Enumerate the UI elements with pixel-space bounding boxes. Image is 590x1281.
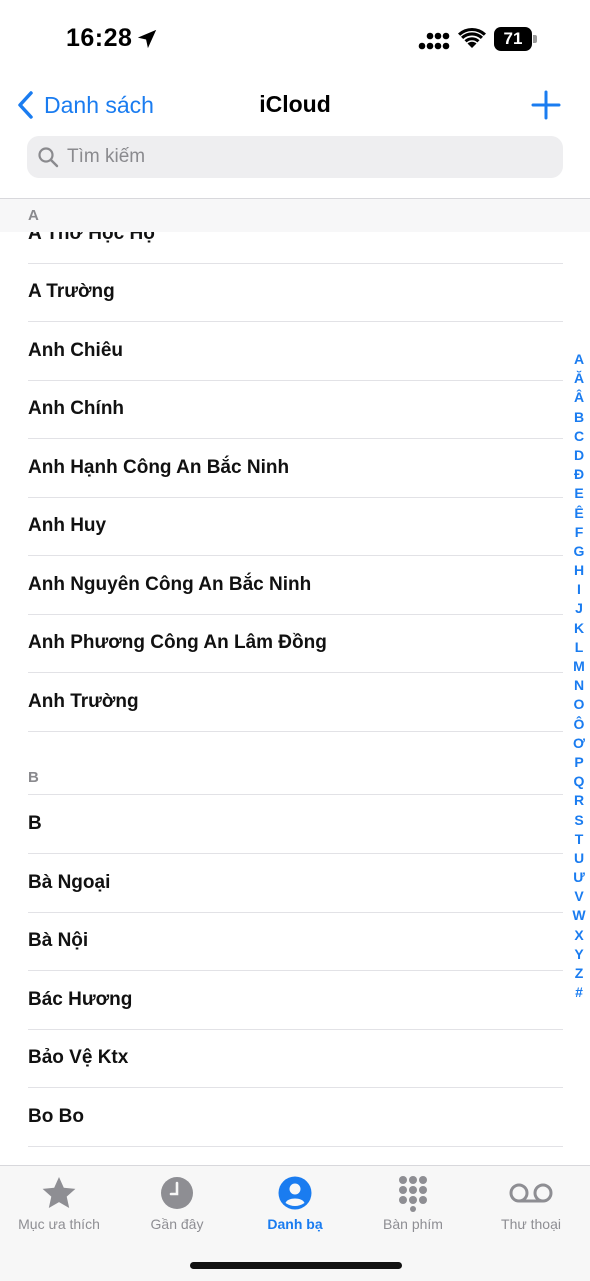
contact-row[interactable]: Anh Nguyên Công An Bắc Ninh	[28, 556, 563, 615]
index-letter[interactable]: C	[566, 427, 590, 446]
search-icon	[38, 147, 59, 168]
index-letter[interactable]: E	[566, 484, 590, 503]
index-letter[interactable]: K	[566, 619, 590, 638]
index-letter[interactable]: F	[566, 523, 590, 542]
cellular-signal-icon	[418, 32, 450, 50]
tab-label: Danh bạ	[267, 1216, 323, 1232]
tab-favorites[interactable]: Mục ưa thích	[0, 1174, 118, 1238]
tab-contacts[interactable]: Danh bạ	[236, 1174, 354, 1238]
status-bar: 16:28 71	[0, 0, 590, 80]
index-letter[interactable]: Ê	[566, 504, 590, 523]
section-letter: A	[28, 207, 39, 224]
alphabet-index[interactable]: A Ă Â B C D Đ E Ê F G H I J K L M N O Ô Ơ P Q R S T U Ư V W X Y Z #	[566, 350, 590, 1002]
tab-label: Bàn phím	[383, 1216, 443, 1232]
contact-row[interactable]: A Trường	[28, 263, 563, 322]
status-time: 16:28	[66, 24, 133, 52]
battery-indicator: 71	[494, 27, 538, 51]
add-contact-button[interactable]	[530, 89, 562, 121]
person-circle-icon	[278, 1176, 312, 1210]
index-letter[interactable]: V	[566, 887, 590, 906]
index-letter[interactable]: X	[566, 926, 590, 945]
index-letter[interactable]: O	[566, 695, 590, 714]
page-title: iCloud	[259, 91, 331, 117]
index-letter[interactable]: Y	[566, 945, 590, 964]
contact-row[interactable]: B	[28, 795, 563, 854]
contact-row[interactable]: Anh Hạnh Công An Bắc Ninh	[28, 439, 563, 498]
index-letter[interactable]: B	[566, 408, 590, 427]
index-letter[interactable]: R	[566, 791, 590, 810]
index-letter[interactable]: M	[566, 657, 590, 676]
index-letter[interactable]: U	[566, 849, 590, 868]
contact-row[interactable]: Anh Huy	[28, 497, 563, 556]
home-indicator	[190, 1262, 402, 1269]
contact-row[interactable]: Anh Chiêu	[28, 322, 563, 381]
contact-row[interactable]: Bà Ngoại	[28, 854, 563, 913]
contact-row[interactable]: Anh Chính	[28, 380, 563, 439]
index-letter[interactable]: T	[566, 830, 590, 849]
tab-label: Thư thoại	[501, 1216, 561, 1232]
tab-label: Mục ưa thích	[18, 1216, 100, 1232]
index-letter[interactable]: N	[566, 676, 590, 695]
battery-level: 71	[494, 27, 532, 51]
index-letter[interactable]: Ư	[566, 868, 590, 887]
keypad-icon	[399, 1176, 427, 1212]
index-letter[interactable]: Â	[566, 388, 590, 407]
index-letter[interactable]: P	[566, 753, 590, 772]
location-arrow-icon	[137, 29, 157, 49]
section-header-a: A	[0, 199, 590, 232]
star-icon	[42, 1177, 76, 1208]
index-letter[interactable]: S	[566, 811, 590, 830]
tab-keypad[interactable]: Bàn phím	[354, 1174, 472, 1238]
index-letter[interactable]: #	[566, 983, 590, 1002]
contact-row[interactable]: Bà Nội	[28, 912, 563, 971]
index-letter[interactable]: H	[566, 561, 590, 580]
index-letter[interactable]: J	[566, 599, 590, 618]
contact-list[interactable]: A A Thơ Học Hộ A Trường Anh Chiêu Anh Ch…	[0, 199, 590, 1165]
navigation-bar: Danh sách iCloud	[0, 80, 590, 130]
contact-row[interactable]: Bảo Vệ Ktx	[28, 1029, 563, 1088]
voicemail-icon	[509, 1183, 553, 1203]
contact-row[interactable]: Bác Hương	[28, 971, 563, 1030]
contact-row[interactable]: Bo Bo	[28, 1088, 563, 1147]
wifi-icon	[458, 27, 486, 48]
tab-label: Gần đây	[150, 1216, 204, 1232]
index-letter[interactable]: W	[566, 906, 590, 925]
index-letter[interactable]: D	[566, 446, 590, 465]
index-letter[interactable]: Đ	[566, 465, 590, 484]
contact-row[interactable]: Anh Trường	[28, 673, 563, 732]
section-header-b-divider	[28, 737, 563, 795]
search-input[interactable]	[65, 145, 529, 169]
index-letter[interactable]: L	[566, 638, 590, 657]
index-letter[interactable]: I	[566, 580, 590, 599]
battery-cap	[533, 35, 537, 43]
index-letter[interactable]: Ơ	[566, 734, 590, 753]
index-letter[interactable]: Ă	[566, 369, 590, 388]
tab-recents[interactable]: Gần đây	[118, 1174, 236, 1238]
index-letter[interactable]: G	[566, 542, 590, 561]
index-letter[interactable]: A	[566, 350, 590, 369]
index-letter[interactable]: Q	[566, 772, 590, 791]
tab-voicemail[interactable]: Thư thoại	[472, 1174, 590, 1238]
index-letter[interactable]: Z	[566, 964, 590, 983]
search-bar[interactable]	[27, 136, 563, 178]
contact-row[interactable]: Anh Phương Công An Lâm Đồng	[28, 614, 563, 673]
index-letter[interactable]: Ô	[566, 715, 590, 734]
clock-icon	[161, 1177, 193, 1209]
